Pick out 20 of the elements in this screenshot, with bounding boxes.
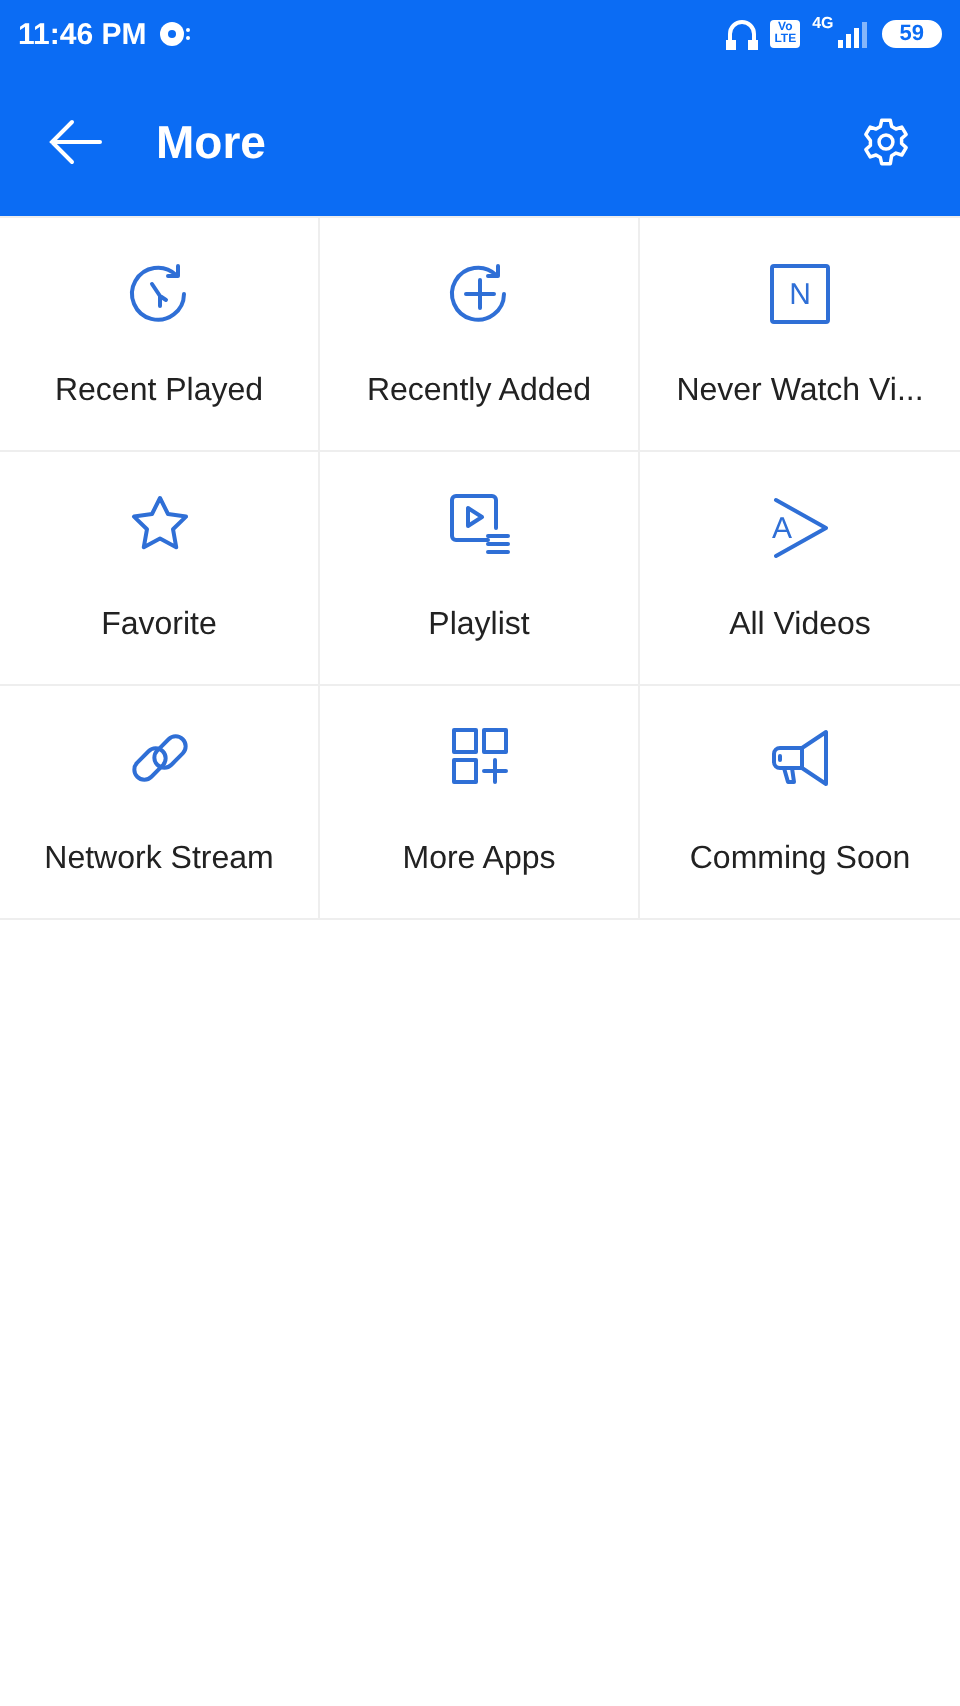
menu-tile[interactable]: Favorite [0,452,320,686]
menu-tile[interactable]: Network Stream [0,686,320,920]
signal-icon [837,20,870,48]
headphones-icon [726,18,759,50]
playlist-icon [447,492,511,556]
square-icon [770,264,830,324]
menu-tile[interactable]: Recent Played [0,218,320,452]
icon-letter: A [772,511,793,545]
menu-tile[interactable]: Playlist [320,452,640,686]
menu-tile[interactable]: More Apps [320,686,640,920]
network-type: 4G [812,14,834,32]
menu-tile[interactable]: Recently Added [320,218,640,452]
back-button[interactable] [44,114,108,170]
status-time: 11:46 PM [18,17,147,51]
megaphone-icon [768,726,832,790]
page-title: More [156,115,266,169]
apps-icon [449,726,509,786]
battery-level: 59 [881,20,942,48]
notification-icon [158,20,191,48]
icon-letter: N [789,277,811,311]
